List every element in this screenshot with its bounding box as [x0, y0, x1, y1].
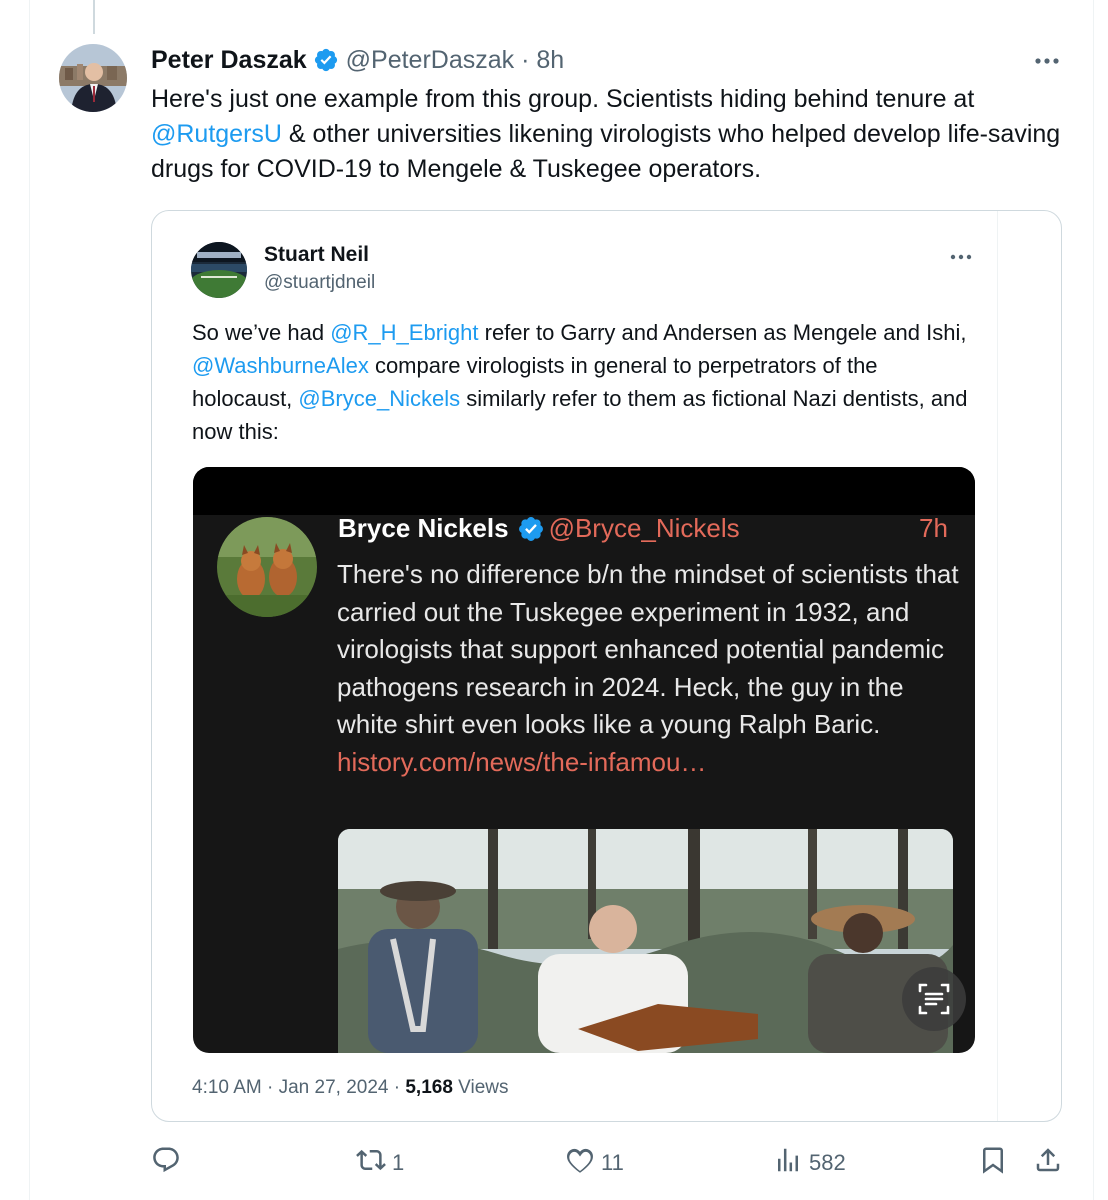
quoted-text-part: So we’ve had: [192, 320, 331, 345]
screenshot-author-line: Bryce Nickels @Bryce_Nickels: [338, 513, 740, 544]
retweet-count: 1: [392, 1150, 405, 1175]
retweet-icon: [356, 1145, 386, 1181]
bookmark-icon: [978, 1145, 1008, 1181]
retweet-button[interactable]: 1: [356, 1140, 404, 1186]
screenshot-timestamp: 7h: [919, 513, 948, 543]
card-inner-divider: [997, 211, 998, 1121]
like-count: 11: [601, 1150, 624, 1175]
mention-link[interactable]: @R_H_Ebright: [330, 320, 478, 345]
screenshot-author-name: Bryce Nickels: [338, 513, 509, 543]
like-icon: [565, 1145, 595, 1181]
screenshot-verified-badge-icon: [517, 515, 545, 543]
tweet-text: Here's just one example from this group.…: [151, 82, 1071, 187]
historical-photo: [338, 829, 953, 1053]
thread-connector-line: [93, 0, 95, 34]
tweet-header: Peter Daszak @PeterDaszak · 8h: [151, 42, 564, 78]
column-border-left: [29, 0, 30, 1200]
quoted-author-handle[interactable]: @stuartjdneil: [264, 272, 375, 294]
reply-icon: [151, 1145, 181, 1181]
screenshot-author-handle: @Bryce_Nickels: [548, 513, 740, 543]
screenshot-tweet-text: There's no difference b/n the mindset of…: [337, 556, 967, 781]
screenshot-body: There's no difference b/n the mindset of…: [337, 559, 959, 739]
column-border-right: [1093, 0, 1094, 1200]
quoted-timestamp[interactable]: 4:10 AM · Jan 27, 2024 ·: [192, 1077, 405, 1098]
author-handle[interactable]: @PeterDaszak: [346, 46, 515, 75]
share-icon: [1033, 1145, 1063, 1181]
verified-badge-icon: [313, 47, 339, 73]
reply-button[interactable]: [151, 1140, 187, 1186]
quoted-tweet-footer: 4:10 AM · Jan 27, 2024 · 5,168 Views: [192, 1077, 509, 1099]
quoted-tweet-text: So we’ve had @R_H_Ebright refer to Garry…: [192, 316, 982, 448]
bookmark-button[interactable]: [978, 1140, 1008, 1186]
attached-screenshot-image[interactable]: Bryce Nickels @Bryce_Nickels 7h There's …: [193, 467, 975, 1053]
author-avatar[interactable]: [59, 44, 127, 112]
author-name[interactable]: Peter Daszak: [151, 46, 307, 75]
views-icon: [773, 1145, 803, 1181]
tweet-action-bar: 1 11 582: [0, 1140, 1108, 1186]
screenshot-top-bar: [193, 467, 975, 515]
mention-link[interactable]: @WashburneAlex: [192, 353, 369, 378]
text-scan-icon[interactable]: [902, 967, 966, 1031]
quoted-more-icon[interactable]: [948, 248, 974, 266]
more-icon[interactable]: [1030, 48, 1064, 74]
quoted-author-name[interactable]: Stuart Neil: [264, 243, 369, 267]
screenshot-author-avatar: [217, 517, 317, 617]
tweet-text-part: Here's just one example from this group.…: [151, 85, 975, 113]
quoted-text-part: refer to Garry and Andersen as Mengele a…: [478, 320, 967, 345]
tweet-timestamp[interactable]: 8h: [536, 46, 564, 75]
mention-link[interactable]: @Bryce_Nickels: [298, 386, 460, 411]
quoted-views-count: 5,168: [405, 1077, 453, 1098]
tweet-text-part: & other universities likening virologist…: [151, 120, 1061, 183]
mention-link[interactable]: @RutgersU: [151, 120, 282, 148]
quoted-author-avatar[interactable]: [191, 242, 247, 298]
views-button[interactable]: 582: [773, 1140, 846, 1186]
views-count: 582: [809, 1150, 846, 1175]
screenshot-link: history.com/news/the-infamou…: [337, 746, 707, 777]
quoted-tweet-card[interactable]: Stuart Neil @stuartjdneil So we’ve had @…: [151, 210, 1062, 1122]
header-separator: ·: [521, 45, 530, 74]
like-button[interactable]: 11: [565, 1140, 624, 1186]
share-button[interactable]: [1033, 1140, 1063, 1186]
quoted-views-label: Views: [452, 1077, 509, 1098]
